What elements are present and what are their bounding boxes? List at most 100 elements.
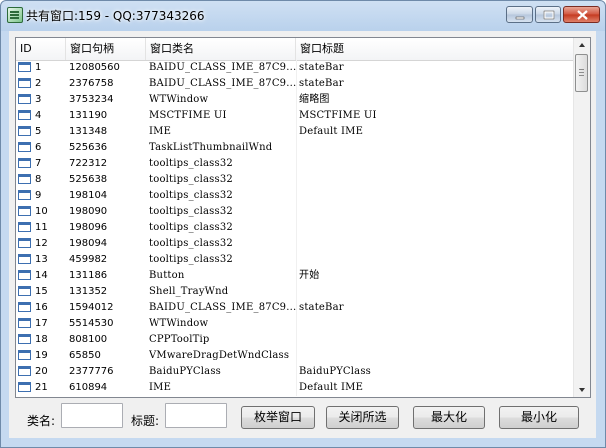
cell-hwnd: 198090 — [69, 206, 108, 217]
cell-title: Default IME — [299, 382, 364, 393]
cell-title: MSCTFIME UI — [299, 110, 377, 121]
checkbox-icon[interactable] — [18, 270, 31, 280]
cell-title: stateBar — [299, 62, 344, 73]
cell-id: 6 — [35, 142, 42, 153]
checkbox-icon[interactable] — [18, 302, 31, 312]
cell-class: BaiduPYClass — [149, 364, 297, 380]
cell-class: tooltips_class32 — [149, 252, 297, 268]
cell-class: CPPToolTip — [149, 332, 297, 348]
table-row[interactable]: 21 610894 IME Default IME — [16, 380, 576, 396]
checkbox-icon[interactable] — [18, 78, 31, 88]
table-row[interactable]: 1 12080560 BAIDU_CLASS_IME_87C9... stateBar — [16, 60, 576, 76]
table-row[interactable]: 18 808100 CPPToolTip — [16, 332, 576, 348]
title-bar[interactable]: 共有窗口:159 - QQ:377343266 — [1, 1, 605, 29]
cell-id: 9 — [35, 190, 42, 201]
checkbox-icon[interactable] — [18, 254, 31, 264]
close-icon — [577, 10, 588, 20]
cell-class: IME — [149, 380, 297, 396]
cell-title: 缩略图 — [299, 94, 330, 105]
cell-title — [299, 188, 569, 204]
checkbox-icon[interactable] — [18, 190, 31, 200]
checkbox-icon[interactable] — [18, 110, 31, 120]
checkbox-icon[interactable] — [18, 238, 31, 248]
cell-class: tooltips_class32 — [149, 156, 297, 172]
table-row[interactable]: 17 5514530 WTWindow — [16, 316, 576, 332]
table-row[interactable]: 13 459982 tooltips_class32 — [16, 252, 576, 268]
cell-hwnd: 131190 — [69, 110, 108, 121]
enumerate-windows-button[interactable]: 枚举窗口 — [241, 406, 315, 429]
close-window-button[interactable] — [563, 6, 600, 23]
checkbox-icon[interactable] — [18, 126, 31, 136]
cell-hwnd: 3753234 — [69, 94, 114, 105]
main-window: 共有窗口:159 - QQ:377343266 ID 窗口句柄 窗口类名 窗口标… — [0, 0, 606, 448]
class-filter-label: 类名: — [27, 414, 56, 428]
table-row[interactable]: 6 525636 TaskListThumbnailWnd — [16, 140, 576, 156]
checkbox-icon[interactable] — [18, 286, 31, 296]
header-class[interactable]: 窗口类名 — [146, 38, 296, 60]
maximize-window-button[interactable] — [535, 6, 561, 23]
checkbox-icon[interactable] — [18, 142, 31, 152]
header-title[interactable]: 窗口标题 — [296, 38, 576, 60]
checkbox-icon[interactable] — [18, 366, 31, 376]
checkbox-icon[interactable] — [18, 334, 31, 344]
scroll-down-button[interactable] — [575, 382, 589, 397]
cell-class: Shell_TrayWnd — [149, 284, 297, 300]
table-row[interactable]: 5 131348 IME Default IME — [16, 124, 576, 140]
checkbox-icon[interactable] — [18, 382, 31, 392]
table-row[interactable]: 12 198094 tooltips_class32 — [16, 236, 576, 252]
table-row[interactable]: 14 131186 Button 开始 — [16, 268, 576, 284]
class-filter-input[interactable] — [61, 403, 123, 428]
cell-class: BAIDU_CLASS_IME_87C9... — [149, 300, 297, 316]
cell-hwnd: 525638 — [69, 174, 108, 185]
cell-class: tooltips_class32 — [149, 204, 297, 220]
list-header: ID 窗口句柄 窗口类名 窗口标题 — [16, 38, 576, 61]
header-hwnd[interactable]: 窗口句柄 — [66, 38, 146, 60]
checkbox-icon[interactable] — [18, 174, 31, 184]
checkbox-icon[interactable] — [18, 62, 31, 72]
table-row[interactable]: 16 1594012 BAIDU_CLASS_IME_87C9... stateBar — [16, 300, 576, 316]
cell-id: 20 — [35, 366, 48, 377]
cell-title — [299, 220, 569, 236]
checkbox-icon[interactable] — [18, 158, 31, 168]
table-row[interactable]: 19 65850 VMwareDragDetWndClass — [16, 348, 576, 364]
maximize-button[interactable]: 最大化 — [413, 406, 485, 429]
cell-id: 19 — [35, 350, 48, 361]
table-row[interactable]: 2 2376758 BAIDU_CLASS_IME_87C9... stateBar — [16, 76, 576, 92]
table-row[interactable]: 10 198090 tooltips_class32 — [16, 204, 576, 220]
header-id[interactable]: ID — [16, 38, 66, 60]
table-row[interactable]: 9 198104 tooltips_class32 — [16, 188, 576, 204]
minimize-button[interactable]: 最小化 — [499, 406, 579, 429]
table-row[interactable]: 15 131352 Shell_TrayWnd — [16, 284, 576, 300]
table-row[interactable]: 8 525638 tooltips_class32 — [16, 172, 576, 188]
table-row[interactable]: 20 2377776 BaiduPYClass BaiduPYClass — [16, 364, 576, 380]
cell-id: 14 — [35, 270, 48, 281]
table-row[interactable]: 7 722312 tooltips_class32 — [16, 156, 576, 172]
cell-hwnd: 722312 — [69, 158, 108, 169]
cell-title — [299, 284, 569, 300]
cell-hwnd: 131352 — [69, 286, 108, 297]
checkbox-icon[interactable] — [18, 318, 31, 328]
table-row[interactable]: 11 198096 tooltips_class32 — [16, 220, 576, 236]
minimize-window-button[interactable] — [506, 6, 533, 23]
cell-id: 5 — [35, 126, 42, 137]
cell-id: 3 — [35, 94, 42, 105]
checkbox-icon[interactable] — [18, 350, 31, 360]
checkbox-icon[interactable] — [18, 206, 31, 216]
cell-id: 16 — [35, 302, 48, 313]
table-row[interactable]: 3 3753234 WTWindow 缩略图 — [16, 92, 576, 108]
cell-title — [299, 252, 569, 268]
table-row[interactable]: 4 131190 MSCTFIME UI MSCTFIME UI — [16, 108, 576, 124]
checkbox-icon[interactable] — [18, 222, 31, 232]
cell-class: WTWindow — [149, 316, 297, 332]
window-list[interactable]: ID 窗口句柄 窗口类名 窗口标题 1 12080560 BAIDU_CLASS_I… — [15, 37, 591, 398]
cell-class: IME — [149, 124, 297, 140]
cell-id: 17 — [35, 318, 48, 329]
title-filter-input[interactable] — [165, 403, 227, 428]
cell-class: VMwareDragDetWndClass — [149, 348, 297, 364]
cell-class: BAIDU_CLASS_IME_87C9... — [149, 60, 297, 76]
vertical-scrollbar[interactable] — [573, 38, 590, 397]
scroll-up-button[interactable] — [575, 38, 589, 53]
scroll-thumb[interactable] — [575, 54, 588, 92]
close-selected-button[interactable]: 关闭所选 — [326, 406, 399, 429]
checkbox-icon[interactable] — [18, 94, 31, 104]
